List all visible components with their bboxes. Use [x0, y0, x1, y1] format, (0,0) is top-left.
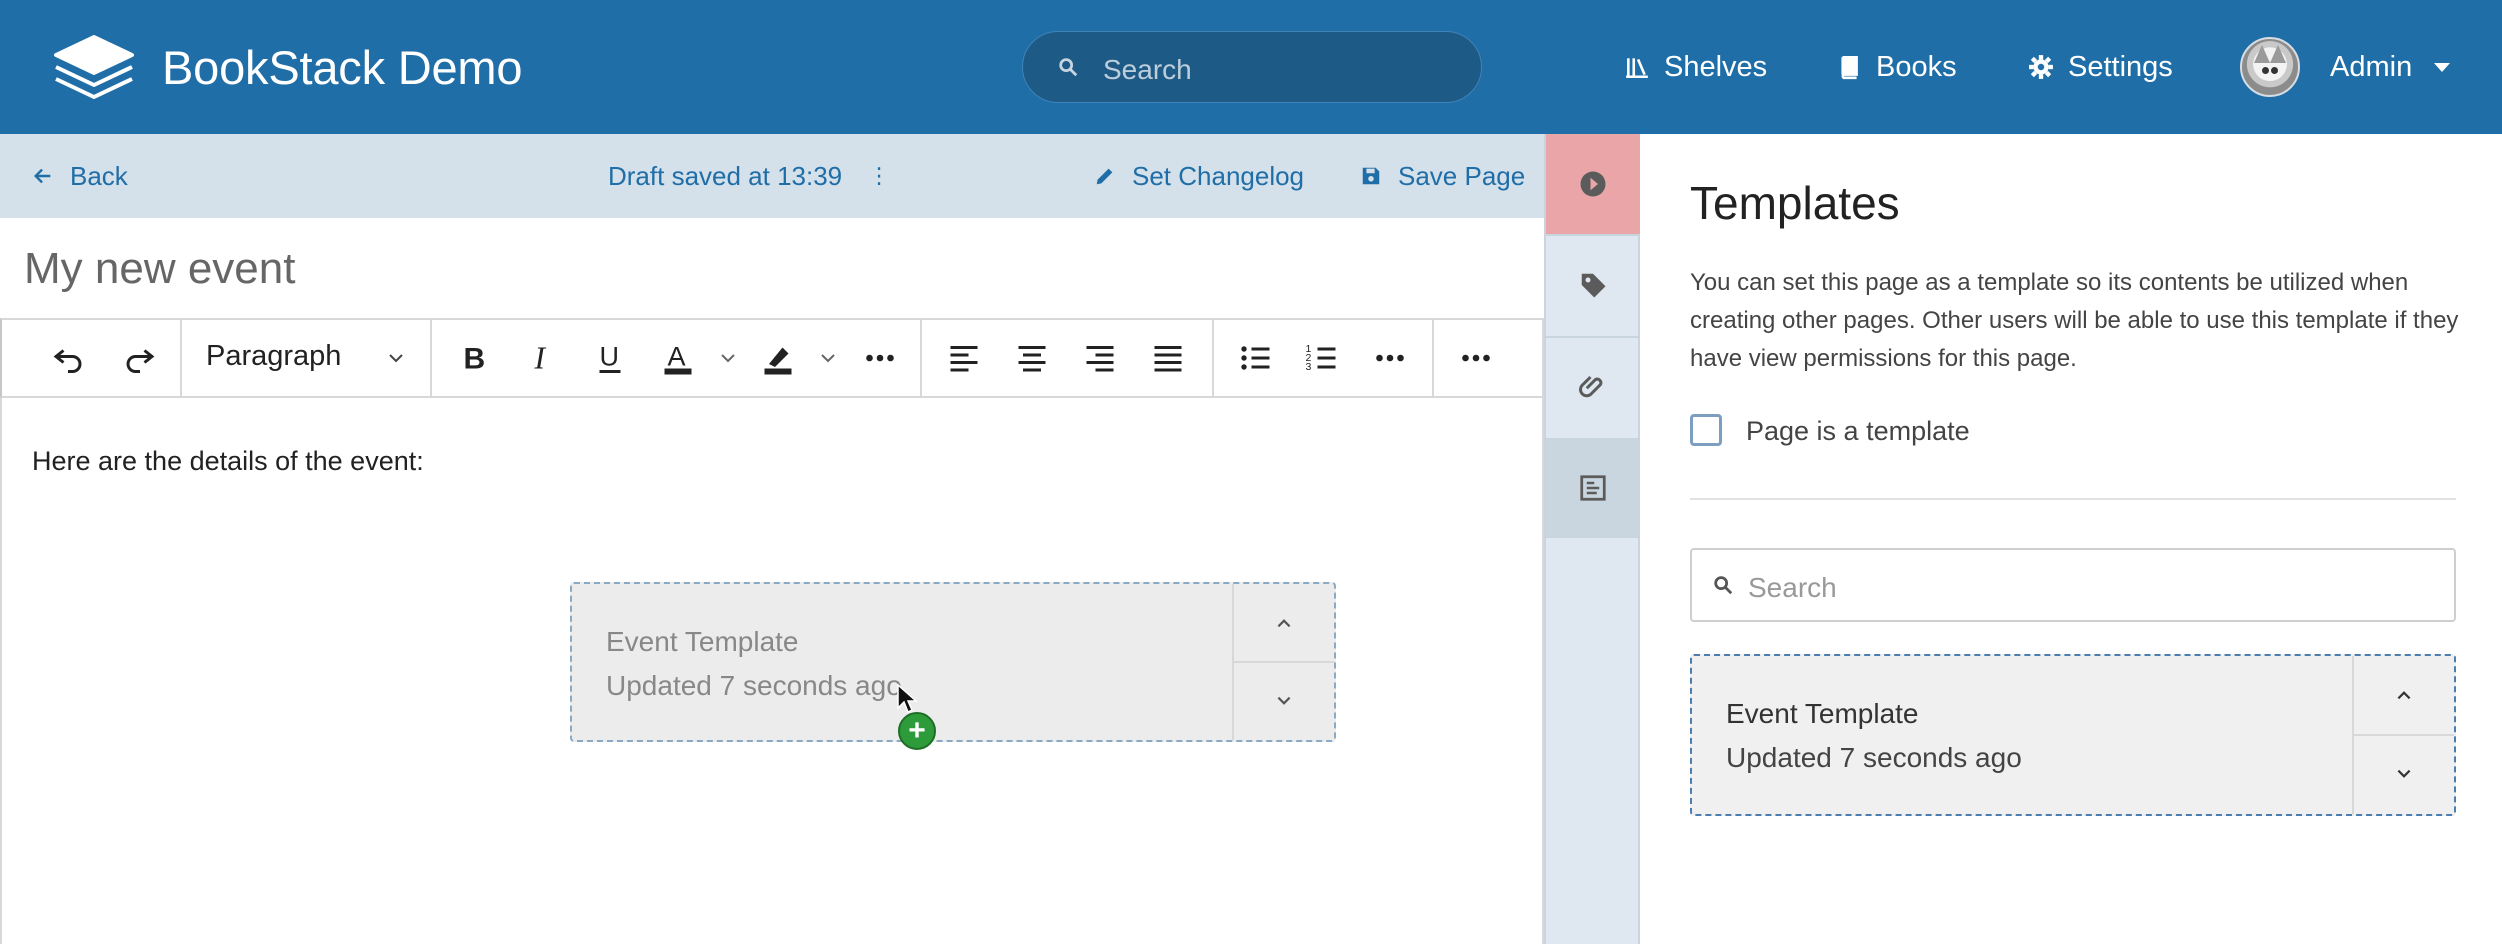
- nav-shelves-label: Shelves: [1664, 50, 1768, 83]
- wysiwyg-toolbar: Paragraph B I U A 123: [0, 318, 1544, 398]
- search-icon: [1059, 58, 1078, 77]
- italic-icon[interactable]: I: [520, 336, 564, 380]
- drop-add-icon: +: [898, 712, 936, 750]
- editor-side-tabs: [1544, 134, 1640, 944]
- templates-panel: Templates You can set this page as a tem…: [1640, 134, 2502, 944]
- gear-icon: [2029, 55, 2053, 79]
- panel-title: Templates: [1690, 177, 1900, 229]
- align-right-icon[interactable]: [1078, 336, 1122, 380]
- save-label: Save Page: [1398, 160, 1526, 191]
- top-header: BookStack Demo Search Shelves Books Sett…: [0, 0, 2502, 134]
- chevron-down-icon[interactable]: [2354, 734, 2454, 812]
- template-name: Event Template: [1726, 698, 1919, 729]
- save-page-button[interactable]: Save Page: [1360, 134, 1525, 218]
- set-changelog-button[interactable]: Set Changelog: [1094, 134, 1304, 218]
- panel-description: You can set this page as a template so i…: [1690, 269, 2459, 372]
- justify-icon[interactable]: [1146, 336, 1190, 380]
- brand-name: BookStack Demo: [162, 40, 523, 94]
- svg-text:U: U: [600, 342, 620, 372]
- chevron-down-icon[interactable]: [388, 350, 404, 366]
- ghost-template-updated: Updated 7 seconds ago: [606, 670, 902, 701]
- more-vertical-icon: ⋮: [868, 163, 891, 188]
- nav-books[interactable]: Books: [1836, 0, 1957, 134]
- avatar: [2240, 37, 2300, 97]
- align-center-icon[interactable]: [1010, 336, 1054, 380]
- back-button[interactable]: Back: [32, 134, 128, 218]
- tab-attachments[interactable]: [1546, 336, 1640, 436]
- user-menu[interactable]: Admin: [2240, 0, 2451, 134]
- pencil-icon: [1096, 168, 1113, 185]
- more-icon[interactable]: [1368, 336, 1412, 380]
- bookstack-logo-icon: [54, 35, 134, 99]
- divider: [1690, 498, 2456, 500]
- tab-templates[interactable]: [1546, 438, 1640, 538]
- highlight-icon[interactable]: [756, 336, 800, 380]
- more-icon[interactable]: [1454, 336, 1498, 380]
- redo-icon[interactable]: [118, 336, 162, 380]
- brand-link[interactable]: BookStack Demo: [50, 24, 523, 110]
- tab-revisions[interactable]: [1546, 134, 1640, 234]
- template-list-item[interactable]: Event Template Updated 7 seconds ago: [1690, 654, 2456, 816]
- nav-settings[interactable]: Settings: [2028, 0, 2173, 134]
- chevron-up-icon: [1234, 584, 1334, 661]
- block-format-select[interactable]: Paragraph: [206, 340, 341, 373]
- tag-icon: [1581, 273, 1606, 298]
- svg-text:A: A: [668, 342, 686, 372]
- back-label: Back: [70, 160, 128, 191]
- books-icon: [1841, 55, 1858, 80]
- underline-icon[interactable]: U: [588, 336, 632, 380]
- page-title-input[interactable]: My new event: [24, 244, 295, 294]
- ghost-template-name: Event Template: [606, 626, 799, 657]
- text-color-icon[interactable]: A: [656, 336, 700, 380]
- align-left-icon[interactable]: [942, 336, 986, 380]
- svg-text:3: 3: [1306, 361, 1312, 373]
- checkbox-label[interactable]: Page is a template: [1746, 416, 1970, 447]
- search-placeholder: Search: [1748, 572, 1837, 603]
- global-search-input[interactable]: Search: [1022, 31, 1482, 103]
- search-placeholder: Search: [1103, 54, 1192, 85]
- template-search-input[interactable]: Search: [1690, 548, 2456, 622]
- chevron-down-icon[interactable]: [820, 350, 836, 366]
- draft-status-menu[interactable]: Draft saved at 13:39 ⋮: [608, 134, 890, 218]
- paperclip-icon: [1579, 375, 1603, 398]
- chevron-down-icon: [1234, 661, 1334, 738]
- nav-shelves[interactable]: Shelves: [1624, 0, 1767, 134]
- bold-icon[interactable]: B: [452, 336, 496, 380]
- chevron-down-icon[interactable]: [720, 350, 736, 366]
- numbered-list-icon[interactable]: 123: [1300, 336, 1344, 380]
- nav-settings-label: Settings: [2068, 50, 2173, 83]
- more-icon[interactable]: [858, 336, 902, 380]
- undo-icon[interactable]: [46, 336, 90, 380]
- chevron-up-icon[interactable]: [2354, 656, 2454, 734]
- arrow-left-icon: [33, 168, 51, 184]
- page-is-template-checkbox[interactable]: [1690, 414, 1722, 446]
- shelves-icon: [1626, 58, 1648, 79]
- changelog-label: Set Changelog: [1132, 160, 1305, 191]
- editor-paragraph[interactable]: Here are the details of the event:: [32, 446, 424, 477]
- svg-text:B: B: [464, 343, 486, 376]
- dragged-template-ghost: Event Template Updated 7 seconds ago: [570, 582, 1336, 742]
- play-circle-icon: [1580, 171, 1606, 197]
- draft-status: Draft saved at 13:39: [608, 160, 843, 191]
- bullet-list-icon[interactable]: [1234, 336, 1278, 380]
- template-updated: Updated 7 seconds ago: [1726, 742, 2022, 773]
- save-icon: [1362, 167, 1380, 185]
- search-icon: [1714, 576, 1733, 595]
- editor-top-bar: Back Draft saved at 13:39 ⋮ Set Changelo…: [0, 134, 1544, 218]
- svg-text:I: I: [534, 341, 547, 376]
- caret-down-icon: [2434, 62, 2451, 72]
- tab-tags[interactable]: [1546, 234, 1640, 334]
- user-name: Admin: [2330, 50, 2413, 83]
- nav-books-label: Books: [1876, 50, 1957, 83]
- template-icon: [1580, 475, 1606, 501]
